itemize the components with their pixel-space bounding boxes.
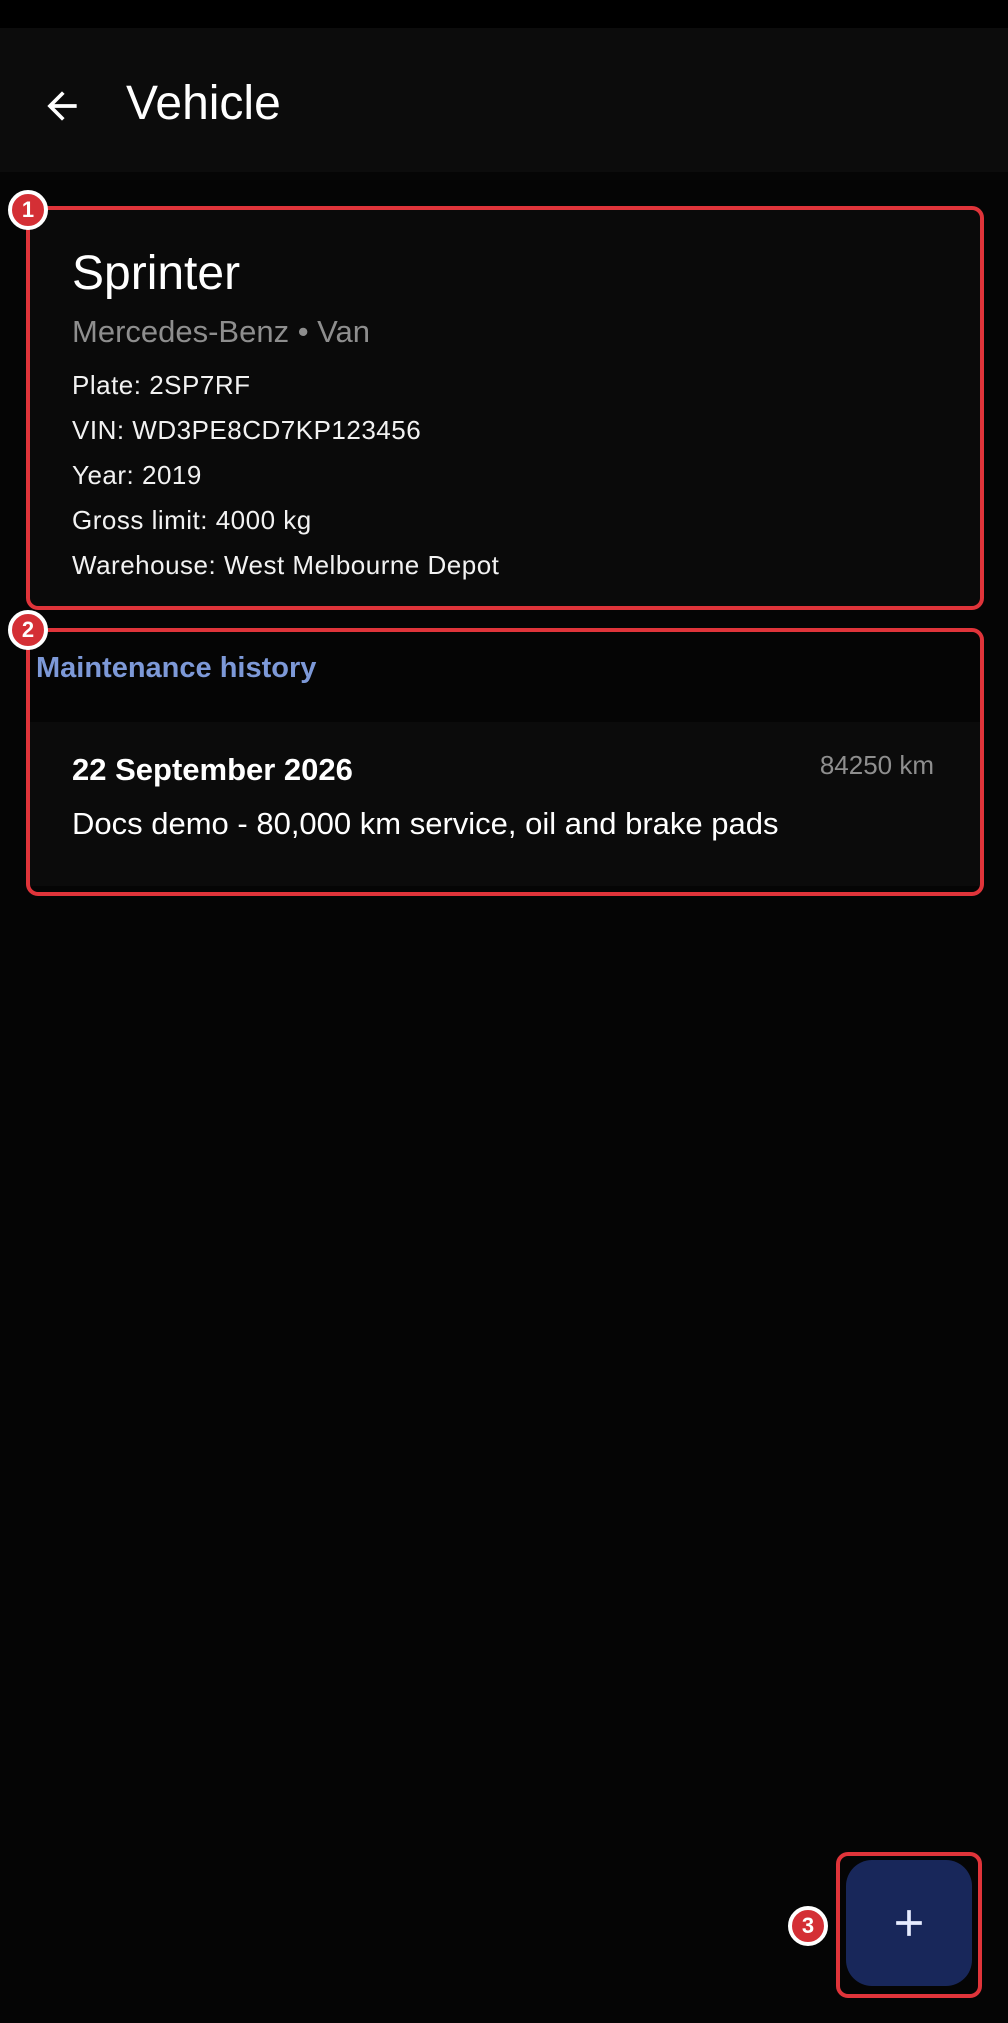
- status-bar: [0, 0, 1008, 28]
- page-title: Vehicle: [126, 77, 281, 130]
- annotation-box-1: [26, 206, 984, 610]
- annotation-badge-3: 3: [788, 1906, 828, 1946]
- annotation-box-3: [836, 1852, 982, 1998]
- app-bar: Vehicle: [0, 28, 1008, 172]
- annotation-badge-2: 2: [8, 610, 48, 650]
- arrow-left-icon: [47, 91, 77, 121]
- annotation-box-2: [26, 628, 984, 896]
- annotation-badge-1: 1: [8, 190, 48, 230]
- back-button[interactable]: [30, 74, 94, 138]
